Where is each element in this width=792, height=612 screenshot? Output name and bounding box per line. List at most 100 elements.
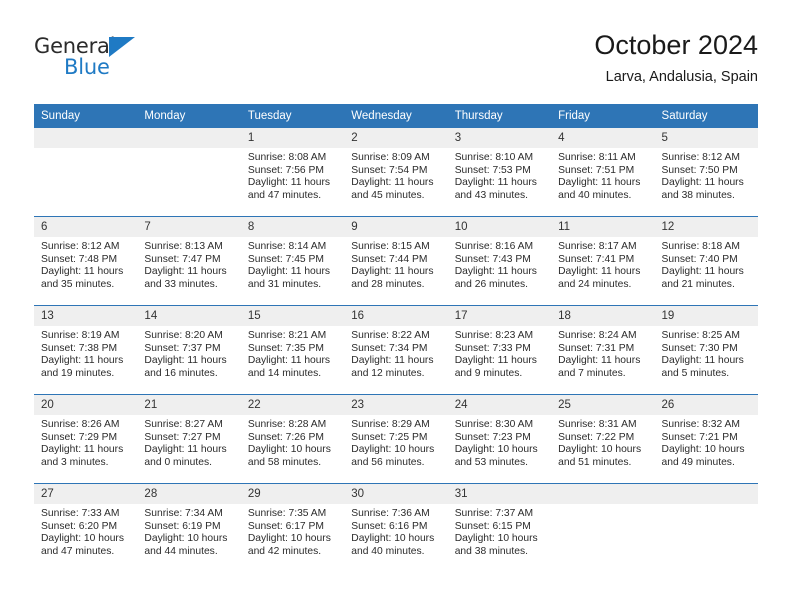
day-number: 1: [240, 128, 345, 148]
calendar-body: 1 Sunrise: 8:08 AM Sunset: 7:56 PM Daylight…: [34, 128, 758, 572]
sun-info-line: Sunset: 7:43 PM: [454, 253, 531, 265]
sun-info-line: Sunset: 7:51 PM: [558, 164, 635, 176]
calendar-day-cell[interactable]: 17 Sunrise: 8:23 AM Sunset: 7:33 PM Dayligh…: [447, 305, 552, 395]
sun-info-line: Sunrise: 8:30 AM: [454, 419, 534, 430]
calendar-week-row: 27 Sunrise: 7:33 AM Sunset: 6:20 PM Dayligh…: [34, 484, 758, 573]
sun-info: Sunrise: 8:17 AM Sunset: 7:41 PM Daylight:…: [551, 237, 654, 291]
calendar-day-cell[interactable]: 6 Sunrise: 8:12 AM Sunset: 7:48 PM Daylight…: [34, 216, 138, 306]
sun-info: Sunrise: 8:31 AM Sunset: 7:22 PM Daylight:…: [551, 415, 654, 469]
calendar-day-cell[interactable]: 16 Sunrise: 8:22 AM Sunset: 7:34 PM Dayligh…: [344, 305, 448, 395]
sun-info-line: Sunrise: 7:33 AM: [41, 508, 120, 519]
calendar-day-cell[interactable]: 7 Sunrise: 8:13 AM Sunset: 7:47 PM Daylight…: [137, 216, 241, 306]
calendar-day-cell[interactable]: 28 Sunrise: 7:34 AM Sunset: 6:19 PM Dayligh…: [137, 484, 241, 573]
day-number: 7: [137, 217, 241, 237]
day-cell-content: 5 Sunrise: 8:12 AM Sunset: 7:50 PM Daylight…: [654, 128, 758, 216]
sun-info: Sunrise: 8:25 AM Sunset: 7:30 PM Daylight:…: [655, 326, 758, 380]
calendar-day-cell[interactable]: 31 Sunrise: 7:37 AM Sunset: 6:15 PM Dayligh…: [447, 484, 552, 573]
day-cell-content: 2 Sunrise: 8:09 AM Sunset: 7:54 PM Daylight…: [344, 128, 448, 216]
day-number: 8: [240, 217, 345, 237]
calendar-day-cell[interactable]: 3 Sunrise: 8:10 AM Sunset: 7:53 PM Daylight…: [447, 128, 552, 217]
calendar-day-cell[interactable]: 1 Sunrise: 8:08 AM Sunset: 7:56 PM Daylight…: [240, 128, 345, 217]
calendar-day-cell[interactable]: 9 Sunrise: 8:15 AM Sunset: 7:44 PM Daylight…: [344, 216, 448, 306]
calendar-day-cell[interactable]: 20 Sunrise: 8:26 AM Sunset: 7:29 PM Dayligh…: [34, 394, 138, 484]
weekday-header-tuesday: Tuesday: [240, 104, 345, 128]
calendar-day-cell[interactable]: 11 Sunrise: 8:17 AM Sunset: 7:41 PM Dayligh…: [551, 216, 655, 306]
day-cell-content: [654, 484, 758, 572]
sun-info-line: Sunset: 6:19 PM: [144, 520, 221, 532]
day-number: 5: [654, 128, 758, 148]
calendar-day-cell[interactable]: 18 Sunrise: 8:24 AM Sunset: 7:31 PM Dayligh…: [551, 305, 655, 395]
weekday-header-monday: Monday: [137, 104, 241, 128]
day-cell-content: 3 Sunrise: 8:10 AM Sunset: 7:53 PM Daylight…: [447, 128, 552, 216]
sun-info-line: Daylight: 11 hours: [351, 177, 434, 189]
sun-info-line: and 21 minutes.: [661, 278, 735, 290]
sun-info: Sunrise: 7:35 AM Sunset: 6:17 PM Daylight:…: [241, 504, 344, 558]
calendar-day-cell[interactable]: 14 Sunrise: 8:20 AM Sunset: 7:37 PM Dayligh…: [137, 305, 241, 395]
day-cell-content: 23 Sunrise: 8:29 AM Sunset: 7:25 PM Dayligh…: [344, 395, 448, 483]
calendar-day-cell[interactable]: 30 Sunrise: 7:36 AM Sunset: 6:16 PM Dayligh…: [344, 484, 448, 573]
sun-info: Sunrise: 8:27 AM Sunset: 7:27 PM Daylight:…: [137, 415, 240, 469]
sun-info: Sunrise: 8:12 AM Sunset: 7:50 PM Daylight:…: [655, 148, 758, 202]
sun-info: Sunrise: 7:36 AM Sunset: 6:16 PM Daylight:…: [344, 504, 447, 558]
page-header: General Blue October 2024 Larva, Andalus…: [34, 28, 758, 94]
day-cell-content: 26 Sunrise: 8:32 AM Sunset: 7:21 PM Dayligh…: [654, 395, 758, 483]
calendar-day-cell[interactable]: 8 Sunrise: 8:14 AM Sunset: 7:45 PM Daylight…: [240, 216, 345, 306]
sun-info: Sunrise: 8:20 AM Sunset: 7:37 PM Daylight:…: [137, 326, 240, 380]
sun-info-line: Daylight: 10 hours: [247, 533, 331, 545]
sun-info: Sunrise: 8:09 AM Sunset: 7:54 PM Daylight:…: [344, 148, 447, 202]
sun-info-line: and 56 minutes.: [351, 456, 425, 468]
sun-info: Sunrise: 8:28 AM Sunset: 7:26 PM Daylight:…: [241, 415, 344, 469]
sun-info: Sunrise: 8:23 AM Sunset: 7:33 PM Daylight:…: [448, 326, 551, 380]
calendar-day-cell[interactable]: 29 Sunrise: 7:35 AM Sunset: 6:17 PM Dayligh…: [240, 484, 345, 573]
sun-info-line: Sunrise: 8:16 AM: [454, 241, 534, 252]
sun-info: Sunrise: 8:08 AM Sunset: 7:56 PM Daylight:…: [241, 148, 344, 202]
sun-info: Sunrise: 8:19 AM Sunset: 7:38 PM Daylight:…: [34, 326, 137, 380]
day-number: 3: [447, 128, 552, 148]
sun-info-line: Daylight: 10 hours: [41, 533, 124, 545]
calendar-day-cell[interactable]: 21 Sunrise: 8:27 AM Sunset: 7:27 PM Dayligh…: [137, 394, 241, 484]
weekday-header-sunday: Sunday: [34, 104, 138, 128]
day-number: 27: [34, 484, 138, 504]
calendar-day-cell[interactable]: 25 Sunrise: 8:31 AM Sunset: 7:22 PM Dayligh…: [551, 394, 655, 484]
day-number: [654, 484, 758, 504]
calendar-day-cell[interactable]: 5 Sunrise: 8:12 AM Sunset: 7:50 PM Daylight…: [654, 128, 758, 217]
day-number: 11: [551, 217, 655, 237]
calendar-day-cell[interactable]: 12 Sunrise: 8:18 AM Sunset: 7:40 PM Dayligh…: [654, 216, 758, 306]
sun-info: Sunrise: 8:15 AM Sunset: 7:44 PM Daylight:…: [344, 237, 447, 291]
sun-info-line: Daylight: 11 hours: [247, 177, 331, 189]
day-number: 18: [551, 306, 655, 326]
calendar-day-cell[interactable]: 23 Sunrise: 8:29 AM Sunset: 7:25 PM Dayligh…: [344, 394, 448, 484]
sun-info-line: and 44 minutes.: [144, 545, 218, 557]
weekday-header-saturday: Saturday: [654, 104, 758, 128]
calendar-day-cell[interactable]: 2 Sunrise: 8:09 AM Sunset: 7:54 PM Daylight…: [344, 128, 448, 217]
calendar-week-row: 6 Sunrise: 8:12 AM Sunset: 7:48 PM Daylight…: [34, 216, 758, 306]
day-cell-content: 14 Sunrise: 8:20 AM Sunset: 7:37 PM Dayligh…: [137, 306, 241, 394]
sun-info-line: Sunset: 7:33 PM: [454, 342, 531, 354]
sun-info-line: Sunset: 6:16 PM: [351, 520, 428, 532]
calendar-day-cell[interactable]: 26 Sunrise: 8:32 AM Sunset: 7:21 PM Dayligh…: [654, 394, 758, 484]
calendar-day-cell[interactable]: 22 Sunrise: 8:28 AM Sunset: 7:26 PM Dayligh…: [240, 394, 345, 484]
day-number: 6: [34, 217, 138, 237]
sun-info-line: and 49 minutes.: [661, 456, 735, 468]
sun-info-line: Sunrise: 7:35 AM: [247, 508, 327, 519]
day-number: 16: [344, 306, 448, 326]
sun-info-line: and 16 minutes.: [144, 367, 218, 379]
calendar-day-cell[interactable]: 13 Sunrise: 8:19 AM Sunset: 7:38 PM Dayligh…: [34, 305, 138, 395]
sun-info-line: Daylight: 11 hours: [247, 355, 331, 367]
calendar-day-cell[interactable]: 4 Sunrise: 8:11 AM Sunset: 7:51 PM Daylight…: [551, 128, 655, 217]
day-cell-content: 31 Sunrise: 7:37 AM Sunset: 6:15 PM Dayligh…: [447, 484, 552, 572]
calendar-day-cell[interactable]: 10 Sunrise: 8:16 AM Sunset: 7:43 PM Dayligh…: [447, 216, 552, 306]
sun-info-line: and 3 minutes.: [41, 456, 109, 468]
sun-info-line: Sunrise: 8:09 AM: [351, 152, 430, 163]
sun-info-line: Daylight: 11 hours: [351, 355, 434, 367]
sun-info-line: Daylight: 10 hours: [558, 444, 642, 456]
sun-info-line: Sunset: 7:29 PM: [41, 431, 118, 443]
sun-info-line: Sunrise: 8:19 AM: [41, 330, 120, 341]
sun-info-line: Sunset: 7:44 PM: [351, 253, 428, 265]
calendar-day-cell[interactable]: 15 Sunrise: 8:21 AM Sunset: 7:35 PM Dayligh…: [240, 305, 345, 395]
calendar-day-cell[interactable]: 19 Sunrise: 8:25 AM Sunset: 7:30 PM Dayligh…: [654, 305, 758, 395]
sun-info-line: Sunrise: 8:27 AM: [144, 419, 223, 430]
calendar-day-cell[interactable]: 24 Sunrise: 8:30 AM Sunset: 7:23 PM Dayligh…: [447, 394, 552, 484]
calendar-day-cell[interactable]: 27 Sunrise: 7:33 AM Sunset: 6:20 PM Dayligh…: [34, 484, 138, 573]
sun-info-line: Daylight: 10 hours: [454, 533, 538, 545]
